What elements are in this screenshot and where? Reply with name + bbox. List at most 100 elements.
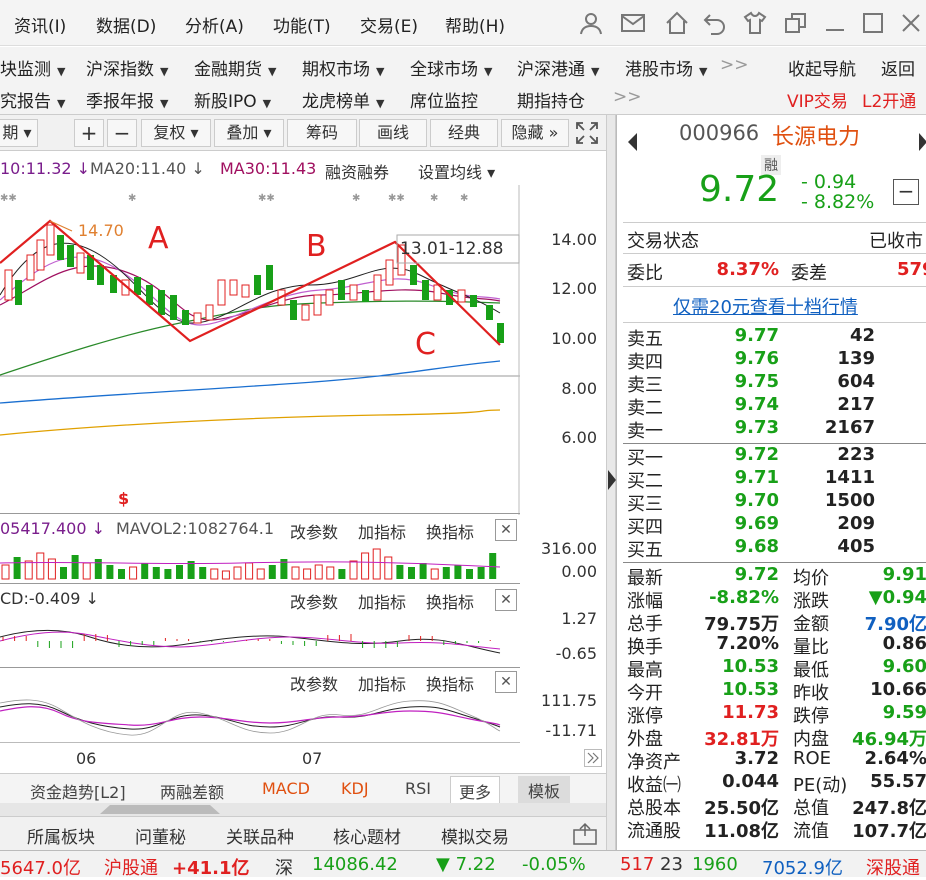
shirt-icon[interactable] [742,10,768,36]
mail-icon[interactable] [620,10,646,36]
period-select[interactable]: 期 ▾ [0,119,38,147]
maximize-icon[interactable] [860,10,886,36]
dividend-marker[interactable]: $ [118,489,129,508]
vol-add-indicator-button[interactable]: 加指标 [358,519,406,543]
level2-promo-link[interactable]: 仅需20元查看十档行情 [673,293,858,319]
nav-research[interactable]: 究报告 ▼ [0,87,65,112]
hide-button[interactable]: 隐藏 » [501,119,569,147]
menu-news[interactable]: 资讯(I) [14,12,66,37]
nav-more-arrow[interactable]: >> [720,55,749,75]
margin-trading-label[interactable]: 融资融券 [325,159,389,183]
menu-data[interactable]: 数据(D) [96,12,156,37]
nav-stock-connect[interactable]: 沪深港通 ▼ [517,55,599,80]
nav-block-monitor[interactable]: 块监测 ▼ [0,55,65,80]
nav-reports[interactable]: 季报年报 ▼ [86,87,168,112]
tab-ask-secretary[interactable]: 问董秘 [135,823,186,848]
zoom-in-button[interactable]: + [74,119,104,147]
ask-price[interactable]: 9.74 [697,394,779,415]
bid-price[interactable]: 9.71 [697,467,779,488]
nav-lhb[interactable]: 龙虎榜单 ▼ [302,87,384,112]
tab-kdj[interactable]: KDJ [341,779,369,798]
classic-button[interactable]: 经典 [430,119,498,147]
fq-select[interactable]: 复权 ▾ [141,119,211,147]
tab-margin-diff[interactable]: 两融差额 [160,779,224,803]
volume-bar [24,560,33,580]
close-icon[interactable] [898,10,924,36]
tab-more[interactable]: 更多 [450,776,501,806]
kdj-add-indicator-button[interactable]: 加指标 [358,671,406,695]
nav-financial-futures[interactable]: 金融期货 ▼ [194,55,276,80]
draw-line-button[interactable]: 画线 [359,119,427,147]
overlay-select[interactable]: 叠加 ▾ [214,119,284,147]
scroll-right-icon[interactable] [584,749,602,767]
nav-vip-trade[interactable]: VIP交易 [787,87,848,112]
collapse-arrow-icon[interactable] [608,465,616,495]
macd-close-button[interactable]: ✕ [495,589,517,611]
home-icon[interactable] [664,10,690,36]
bid-price[interactable]: 9.70 [697,490,779,511]
tab-core-theme[interactable]: 核心题材 [333,823,401,848]
vol-swap-indicator-button[interactable]: 换指标 [426,519,474,543]
sz-connect-label[interactable]: 深股通 [866,854,920,880]
bid-price[interactable]: 9.68 [697,536,779,557]
nav-futures-position[interactable]: 期指持仓 [517,87,585,112]
restore-window-icon[interactable] [783,10,809,36]
macd-add-indicator-button[interactable]: 加指标 [358,589,406,613]
tab-rsi[interactable]: RSI [405,779,431,798]
volume-bar [466,569,473,579]
scroll-thumb-icon[interactable] [100,805,220,814]
nav-hs-index[interactable]: 沪深指数 ▼ [86,55,168,80]
menu-trade[interactable]: 交易(E) [360,12,418,37]
mavol2-label: MAVOL2:1082764.1 [116,519,274,538]
tab-macd[interactable]: MACD [262,779,310,798]
zoom-out-button[interactable]: − [107,119,137,147]
menu-help[interactable]: 帮助(H) [445,12,505,37]
nav-hk-market[interactable]: 港股市场 ▼ [625,55,707,80]
macd-param-button[interactable]: 改参数 [290,589,338,613]
ma-setting-button[interactable]: 设置均线 ▾ [418,159,495,183]
ask-level-label: 卖一 [627,421,663,442]
pane-splitter[interactable] [606,115,616,850]
bid-price[interactable]: 9.72 [697,444,779,465]
menu-analysis[interactable]: 分析(A) [185,12,244,37]
tab-simulated-trade[interactable]: 模拟交易 [441,823,509,848]
kdj-param-button[interactable]: 改参数 [290,671,338,695]
upload-icon[interactable] [572,822,598,846]
fullscreen-icon[interactable] [575,121,599,145]
nav-options[interactable]: 期权市场 ▼ [302,55,384,80]
sz-index-label[interactable]: 深 [275,854,293,880]
quote-divider-1 [623,222,926,223]
kdj-swap-indicator-button[interactable]: 换指标 [426,671,474,695]
menu-function[interactable]: 功能(T) [273,12,331,37]
remove-watch-button[interactable]: − [893,179,919,205]
prev-stock-icon[interactable] [625,131,639,153]
scroll-strip[interactable] [0,803,606,816]
bid-price[interactable]: 9.69 [697,513,779,534]
ask-price[interactable]: 9.76 [697,348,779,369]
nav-global-market[interactable]: 全球市场 ▼ [410,55,492,80]
kdj-close-button[interactable]: ✕ [495,671,517,693]
nav-collapse[interactable]: 收起导航 [788,55,856,80]
nav-l2-open[interactable]: L2开通 [862,87,916,112]
ask-price[interactable]: 9.73 [697,417,779,438]
tab-sector[interactable]: 所属板块 [27,823,95,848]
chips-button[interactable]: 筹码 [287,119,357,147]
ask-price[interactable]: 9.75 [697,371,779,392]
tab-template[interactable]: 模板 [518,776,571,804]
user-icon[interactable] [578,10,604,36]
minimize-icon[interactable] [822,10,848,36]
vol-close-button[interactable]: ✕ [495,519,517,541]
nav-back[interactable]: 返回 [881,55,915,80]
tab-fund-trend[interactable]: 资金趋势[L2] [30,779,126,803]
ask-price[interactable]: 9.77 [697,325,779,346]
macd-swap-indicator-button[interactable]: 换指标 [426,589,474,613]
hk-connect-north-label[interactable]: 沪股通 [104,854,158,880]
nav-more-arrow-2[interactable]: >> [613,87,642,107]
volume-bar [408,567,415,579]
nav-ipo[interactable]: 新股IPO ▼ [194,87,271,112]
nav-seat-monitor[interactable]: 席位监控 [410,87,478,112]
next-stock-icon[interactable] [917,131,926,153]
tab-related[interactable]: 关联品种 [226,823,294,848]
undo-icon[interactable] [702,10,728,36]
vol-param-button[interactable]: 改参数 [290,519,338,543]
